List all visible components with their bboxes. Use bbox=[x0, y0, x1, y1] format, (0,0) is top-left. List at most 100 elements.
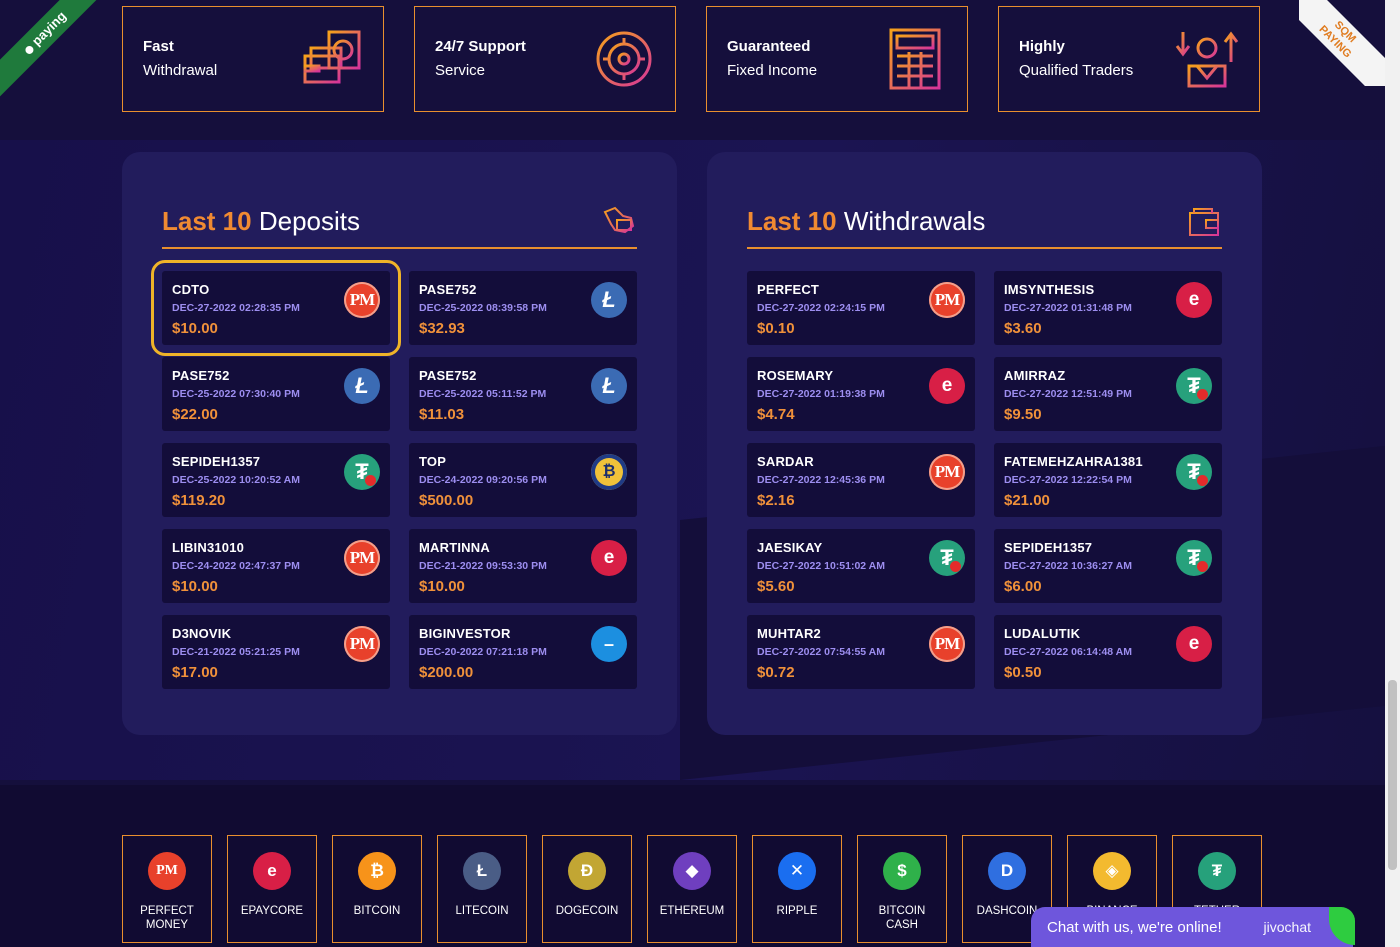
bitcoin-cash-icon: $ bbox=[883, 852, 921, 890]
transaction-amount: $0.72 bbox=[757, 664, 795, 681]
feature-title: 24/7 Support bbox=[435, 38, 526, 55]
withdrawal-card[interactable]: AMIRRAZ DEC-27-2022 12:51:49 PM $9.50 ₮ bbox=[994, 357, 1222, 431]
perfect-money-icon: PM bbox=[344, 282, 380, 318]
deposit-card[interactable]: PASE752 DEC-25-2022 07:30:40 PM $22.00 Ł bbox=[162, 357, 390, 431]
last-deposits-panel: Last 10 Deposits CDTO DEC-27-2022 02:28:3… bbox=[122, 152, 677, 735]
transaction-amount: $119.20 bbox=[172, 492, 226, 509]
wallet-icon bbox=[1189, 207, 1219, 236]
tether-icon: ₮ bbox=[1198, 852, 1236, 890]
deposit-card[interactable]: SEPIDEH1357 DEC-25-2022 10:20:52 AM $119.2… bbox=[162, 443, 390, 517]
tron-badge-icon bbox=[950, 561, 961, 572]
epaycore-icon: e bbox=[253, 852, 291, 890]
calculator-icon bbox=[889, 28, 941, 90]
deposit-card[interactable]: CDTO DEC-27-2022 02:28:35 PM $10.00 PM bbox=[151, 260, 401, 356]
transaction-amount: $11.03 bbox=[419, 406, 465, 423]
perfect-money-icon: PM bbox=[929, 626, 965, 662]
chat-message: Chat with us, we're online! bbox=[1047, 918, 1222, 936]
deposit-hand-icon bbox=[603, 206, 635, 233]
litecoin-icon: Ł bbox=[344, 368, 380, 404]
payment-method-label: EPAYCORE bbox=[240, 905, 304, 917]
feature-title: Guaranteed bbox=[727, 38, 811, 55]
deposits-title-text: Deposits bbox=[258, 206, 360, 236]
tron-badge-icon bbox=[1197, 475, 1208, 486]
support-gear-icon bbox=[596, 31, 652, 87]
bitcoin-icon: ₿ bbox=[591, 454, 627, 490]
withdrawal-card[interactable]: MUHTAR2 DEC-27-2022 07:54:55 AM $0.72 PM bbox=[747, 615, 975, 689]
trader-icon bbox=[1175, 31, 1239, 88]
epaycore-icon: e bbox=[929, 368, 965, 404]
transaction-amount: $10.00 bbox=[172, 320, 218, 337]
scrollbar-thumb[interactable] bbox=[1388, 680, 1397, 870]
paying-ribbon[interactable]: paying bbox=[0, 0, 115, 103]
transaction-amount: $17.00 bbox=[172, 664, 218, 681]
tether-icon: ₮ bbox=[1176, 368, 1212, 404]
feature-text: Guaranteed Fixed Income bbox=[727, 35, 817, 83]
withdrawal-card[interactable]: SARDAR DEC-27-2022 12:45:36 PM $2.16 PM bbox=[747, 443, 975, 517]
payment-method-label: LITECOIN bbox=[455, 905, 509, 917]
perfect-money-icon: PM bbox=[344, 540, 380, 576]
deposit-card[interactable]: BIGINVESTOR DEC-20-2022 07:21:18 PM $200.0… bbox=[409, 615, 637, 689]
perfect-money-icon: PM bbox=[344, 626, 380, 662]
litecoin-icon: Ł bbox=[591, 368, 627, 404]
transaction-amount: $10.00 bbox=[419, 578, 465, 595]
deposit-card[interactable]: PASE752 DEC-25-2022 08:39:58 PM $32.93 Ł bbox=[409, 271, 637, 345]
deposits-title-highlight: Last 10 bbox=[162, 206, 252, 236]
payment-method-label: BITCOIN CASH bbox=[878, 905, 926, 931]
dogecoin-icon: Ð bbox=[568, 852, 606, 890]
payment-method-epaycore[interactable]: e EPAYCORE bbox=[227, 835, 317, 943]
epaycore-icon: e bbox=[591, 540, 627, 576]
feature-box: Fast Withdrawal bbox=[122, 6, 384, 112]
status-dot-icon bbox=[23, 43, 35, 56]
payment-method-bitcoin-cash[interactable]: $ BITCOIN CASH bbox=[857, 835, 947, 943]
withdrawal-card[interactable]: PERFECT DEC-27-2022 02:24:15 PM $0.10 PM bbox=[747, 271, 975, 345]
deposit-card[interactable]: TOP DEC-24-2022 09:20:56 PM $500.00 ₿ bbox=[409, 443, 637, 517]
chat-widget[interactable]: Chat with us, we're online! jivochat bbox=[1031, 907, 1355, 947]
withdrawal-card[interactable]: FATEMEHZAHRA1381 DEC-27-2022 12:22:54 PM $… bbox=[994, 443, 1222, 517]
payment-method-ripple[interactable]: ✕ RIPPLE bbox=[752, 835, 842, 943]
feature-box: 24/7 Support Service bbox=[414, 6, 676, 112]
tether-icon: ₮ bbox=[1176, 454, 1212, 490]
perfect-money-icon: PM bbox=[148, 852, 186, 890]
feature-subtitle: Fixed Income bbox=[727, 62, 818, 79]
withdrawal-card[interactable]: LUDALUTIK DEC-27-2022 06:14:48 AM $0.50 e bbox=[994, 615, 1222, 689]
withdrawal-card[interactable]: IMSYNTHESIS DEC-27-2022 01:31:48 PM $3.60 e bbox=[994, 271, 1222, 345]
feature-title: Fast bbox=[143, 38, 174, 55]
payment-method-litecoin[interactable]: Ł LITECOIN bbox=[437, 835, 527, 943]
transaction-amount: $200.00 bbox=[419, 664, 474, 681]
transaction-amount: $21.00 bbox=[1004, 492, 1050, 509]
payment-method-label: BITCOIN bbox=[353, 905, 401, 917]
epaycore-icon: e bbox=[1176, 626, 1212, 662]
tron-badge-icon bbox=[365, 475, 376, 486]
withdrawal-card[interactable]: SEPIDEH1357 DEC-27-2022 10:36:27 AM $6.00 ₮ bbox=[994, 529, 1222, 603]
withdrawal-card[interactable]: JAESIKAY DEC-27-2022 10:51:02 AM $5.60 ₮ bbox=[747, 529, 975, 603]
last-withdrawals-panel: Last 10 Withdrawals PERFECT DEC-27-2022 0… bbox=[707, 152, 1262, 735]
feature-text: 24/7 Support Service bbox=[435, 35, 526, 83]
transaction-amount: $500.00 bbox=[419, 492, 474, 509]
dashcoin-icon: D bbox=[988, 852, 1026, 890]
ripple-icon: ✕ bbox=[778, 852, 816, 890]
tron-badge-icon bbox=[1197, 561, 1208, 572]
payment-method-bitcoin[interactable]: ₿ BITCOIN bbox=[332, 835, 422, 943]
deposit-card[interactable]: LIBIN31010 DEC-24-2022 02:47:37 PM $10.00 P… bbox=[162, 529, 390, 603]
withdrawal-card[interactable]: ROSEMARY DEC-27-2022 01:19:38 PM $4.74 e bbox=[747, 357, 975, 431]
payment-method-dogecoin[interactable]: Ð DOGECOIN bbox=[542, 835, 632, 943]
deposit-card[interactable]: D3NOVIK DEC-21-2022 05:21:25 PM $17.00 PM bbox=[162, 615, 390, 689]
sqm-paying-badge[interactable]: SQM PAYING bbox=[1299, 0, 1385, 86]
transaction-amount: $22.00 bbox=[172, 406, 218, 423]
perfect-money-icon: PM bbox=[929, 282, 965, 318]
deposit-card[interactable]: MARTINNA DEC-21-2022 09:53:30 PM $10.00 e bbox=[409, 529, 637, 603]
chat-online-indicator bbox=[1329, 907, 1355, 945]
payment-method-label: RIPPLE bbox=[776, 905, 818, 917]
withdrawals-grid: PERFECT DEC-27-2022 02:24:15 PM $0.10 PM IMS… bbox=[747, 271, 1222, 689]
transaction-amount: $0.50 bbox=[1004, 664, 1042, 681]
transaction-amount: $32.93 bbox=[419, 320, 465, 337]
page-scrollbar[interactable] bbox=[1385, 0, 1400, 947]
payment-method-perfect-money[interactable]: PM PERFECT MONEY bbox=[122, 835, 212, 943]
deposit-card[interactable]: PASE752 DEC-25-2022 05:11:52 PM $11.03 Ł bbox=[409, 357, 637, 431]
ethereum-icon: ◆ bbox=[673, 852, 711, 890]
payment-method-label: DOGECOIN bbox=[555, 905, 619, 917]
transaction-amount: $9.50 bbox=[1004, 406, 1042, 423]
payment-method-label: ETHEREUM bbox=[659, 905, 725, 917]
transaction-amount: $0.10 bbox=[757, 320, 795, 337]
payment-method-ethereum[interactable]: ◆ ETHEREUM bbox=[647, 835, 737, 943]
